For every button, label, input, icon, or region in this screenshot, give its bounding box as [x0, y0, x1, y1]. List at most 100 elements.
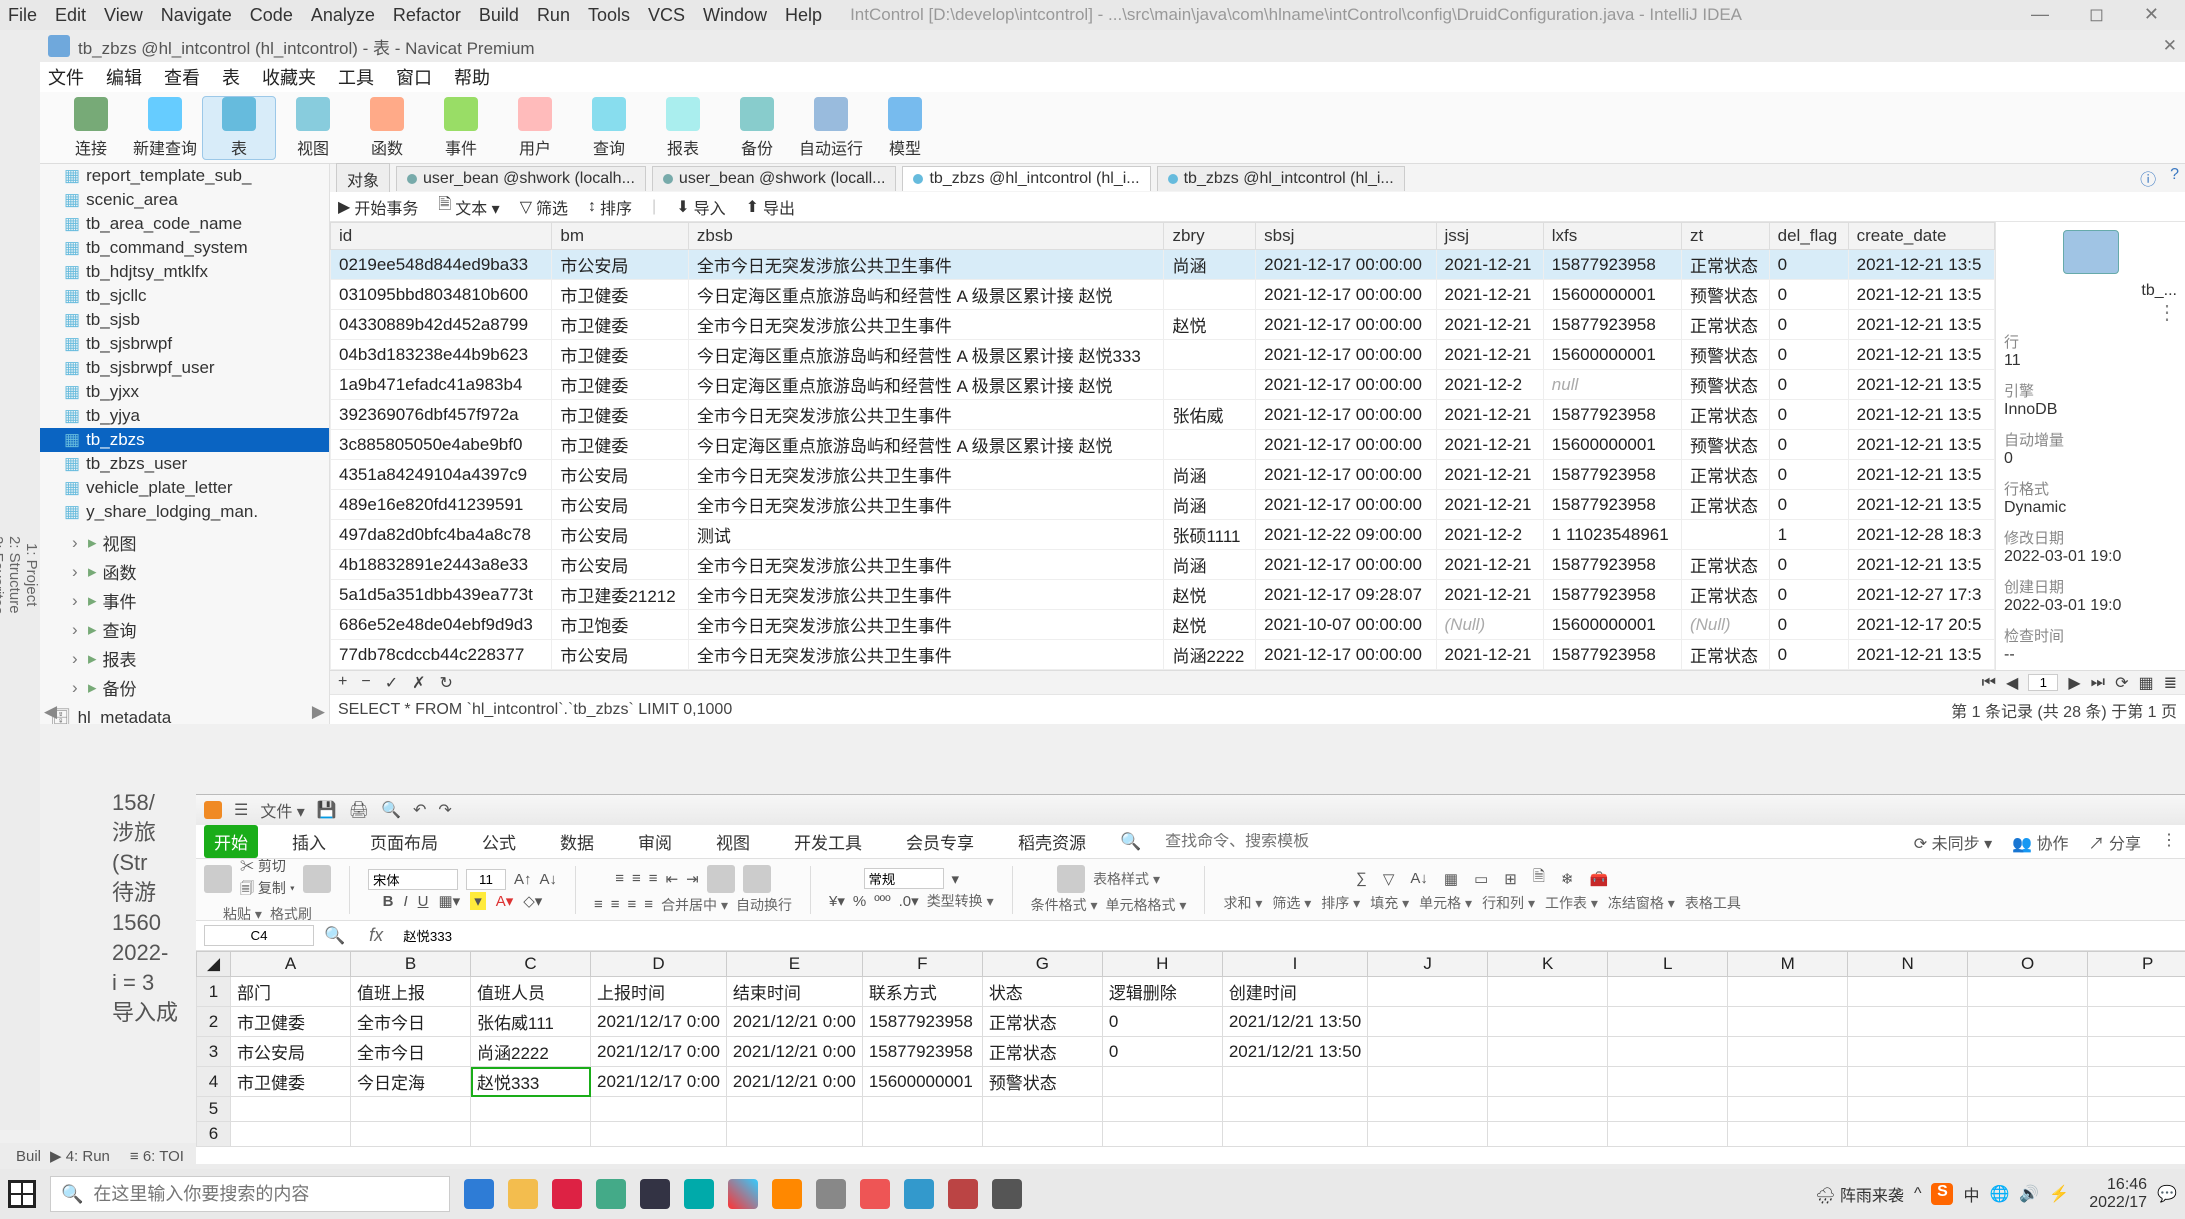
cell[interactable]: 15877923958: [1543, 250, 1681, 280]
qat-redo-icon[interactable]: ↷: [438, 800, 451, 820]
tree-table-y_share_lodging_man.[interactable]: ▦y_share_lodging_man.: [40, 500, 329, 524]
qat-preview-icon[interactable]: 🔍: [381, 800, 401, 820]
xcell[interactable]: 今日定海: [351, 1067, 471, 1097]
xcell[interactable]: [2088, 1122, 2185, 1147]
taskbar-search[interactable]: 🔍: [50, 1176, 450, 1212]
align-just-icon[interactable]: ≡: [644, 896, 653, 913]
cell[interactable]: 2021-12-17 00:00:00: [1256, 280, 1436, 310]
tree-table-tb_yjya[interactable]: ▦tb_yjya: [40, 404, 329, 428]
percent-button[interactable]: %: [853, 893, 866, 910]
cell[interactable]: 4b18832891e2443a8e33: [331, 550, 552, 580]
cell[interactable]: [1164, 280, 1256, 310]
cell[interactable]: 77db78cdccb44c228377: [331, 640, 552, 670]
reload-icon[interactable]: ⟳: [2115, 673, 2128, 693]
app-icon-4[interactable]: [684, 1179, 714, 1209]
xcell[interactable]: [1608, 1122, 1728, 1147]
cell[interactable]: 2021-12-21: [1436, 310, 1543, 340]
cell[interactable]: 4351a84249104a4397c9: [331, 460, 552, 490]
align-center-icon[interactable]: ≡: [611, 896, 620, 913]
rtab-data[interactable]: 数据: [550, 825, 604, 858]
colh-G[interactable]: G: [982, 952, 1102, 977]
freeze-button[interactable]: ❄: [1561, 870, 1574, 888]
cell[interactable]: 2021-12-21: [1436, 670, 1543, 671]
taskbar-clock[interactable]: 16:462022/17: [2089, 1176, 2147, 1212]
app-icon-10[interactable]: [992, 1179, 1022, 1209]
xcell[interactable]: 全市今日: [351, 1037, 471, 1067]
cell[interactable]: 市卫健委: [552, 280, 688, 310]
tree-table-tb_sjsbrwpf[interactable]: ▦tb_sjsbrwpf: [40, 332, 329, 356]
xcell[interactable]: [1728, 1037, 1848, 1067]
cell[interactable]: 今日定海区重点旅游岛屿和经营性 A 级景区累计接 赵悦: [688, 430, 1164, 460]
xcell[interactable]: [1608, 977, 1728, 1007]
tree-node[interactable]: ›▸查询: [40, 615, 329, 644]
tree-table-scenic_area[interactable]: ▦scenic_area: [40, 188, 329, 212]
minimize-icon[interactable]: —: [2031, 4, 2049, 25]
xcell[interactable]: [2088, 1007, 2185, 1037]
cell[interactable]: 今日定海区重点旅游岛屿和经营性 A 极景区累计接 赵悦333: [688, 340, 1164, 370]
row-header[interactable]: 6: [197, 1122, 231, 1147]
cell[interactable]: 686e52e48de04ebf9d9d3: [331, 610, 552, 640]
cell[interactable]: 2021-12-21: [1436, 430, 1543, 460]
navicat-tree[interactable]: ▦report_template_sub_▦scenic_area▦tb_are…: [40, 164, 330, 724]
todo-tab[interactable]: ≡ 6: TOI: [130, 1148, 184, 1165]
cell[interactable]: 15877923958: [1543, 460, 1681, 490]
xcell[interactable]: [1968, 1122, 2088, 1147]
table-row[interactable]: 497da82d0bfc4ba4a8c78市公安局测试张硕11112021-12…: [331, 520, 1995, 550]
xcell[interactable]: [862, 1122, 982, 1147]
cell[interactable]: 市卫健委: [552, 370, 688, 400]
cell[interactable]: 497da82d0bfc4ba4a8c78: [331, 520, 552, 550]
cell[interactable]: 市卫健委: [552, 310, 688, 340]
font-color-button[interactable]: A▾: [496, 892, 514, 910]
xcell[interactable]: [1848, 1007, 1968, 1037]
colh-I[interactable]: I: [1222, 952, 1367, 977]
cell[interactable]: 0: [1769, 310, 1848, 340]
act-sort[interactable]: ↕ 排序: [588, 195, 632, 219]
cell[interactable]: 0: [1769, 640, 1848, 670]
tree-node[interactable]: ›▸视图: [40, 528, 329, 557]
name-box[interactable]: [204, 925, 314, 946]
xcell[interactable]: 2021/12/21 13:50: [1222, 1007, 1367, 1037]
col-zbsb[interactable]: zbsb: [688, 223, 1164, 250]
wrap-icon[interactable]: [743, 865, 771, 893]
prev-page-icon[interactable]: ◀: [2006, 673, 2018, 693]
cell[interactable]: 赵悦: [1164, 310, 1256, 340]
cell[interactable]: 0: [1769, 490, 1848, 520]
cell[interactable]: 赵悦: [1164, 610, 1256, 640]
xcell[interactable]: [2088, 977, 2185, 1007]
xcell[interactable]: [1728, 977, 1848, 1007]
colh-O[interactable]: O: [1968, 952, 2088, 977]
act-begin[interactable]: ▶ 开始事务: [338, 195, 418, 219]
tab-tbzbzs1[interactable]: tb_zbzs @hl_intcontrol (hl_i...: [902, 166, 1150, 191]
cell[interactable]: 2021-12-17 09:28:07: [1256, 580, 1436, 610]
cell[interactable]: 2021-12-21 13:5: [1848, 340, 1994, 370]
rtab-start[interactable]: 开始: [204, 825, 258, 858]
nm-file[interactable]: 文件: [48, 64, 84, 90]
formula-input[interactable]: [397, 926, 2177, 945]
cell[interactable]: 0: [1769, 580, 1848, 610]
xcell[interactable]: [1728, 1007, 1848, 1037]
nm-tools[interactable]: 工具: [338, 64, 374, 90]
rtab-review[interactable]: 审阅: [628, 825, 682, 858]
xcell[interactable]: [351, 1097, 471, 1122]
xcell[interactable]: [1368, 1097, 1488, 1122]
align-mid-icon[interactable]: ≡: [632, 870, 641, 887]
app-icon-7[interactable]: [860, 1179, 890, 1209]
font-size-input[interactable]: [466, 869, 506, 890]
cell[interactable]: 尚涵2222: [1164, 640, 1256, 670]
cell[interactable]: 2021-12-17 00:00:00: [1256, 250, 1436, 280]
cell[interactable]: 尚涵: [1164, 460, 1256, 490]
rtab-member[interactable]: 会员专享: [896, 825, 984, 858]
cell[interactable]: [1164, 340, 1256, 370]
cell[interactable]: 预警状态: [1681, 370, 1769, 400]
excel-row[interactable]: 3市公安局全市今日尚涵22222021/12/17 0:002021/12/21…: [197, 1037, 2185, 1067]
xcell[interactable]: [1608, 1097, 1728, 1122]
tb-report[interactable]: 报表: [646, 97, 720, 159]
qat-save-icon[interactable]: 💾: [317, 800, 337, 820]
excel-row[interactable]: 1部门值班上报值班人员上报时间结束时间联系方式状态逻辑删除创建时间: [197, 977, 2185, 1007]
xcell[interactable]: [1102, 1067, 1222, 1097]
xcell[interactable]: 尚涵2222: [471, 1037, 591, 1067]
cell[interactable]: 张硕1111: [1164, 520, 1256, 550]
app-icon-6[interactable]: [816, 1179, 846, 1209]
tray-ime-icon[interactable]: 中: [1963, 1182, 1979, 1206]
xcell[interactable]: [2088, 1067, 2185, 1097]
